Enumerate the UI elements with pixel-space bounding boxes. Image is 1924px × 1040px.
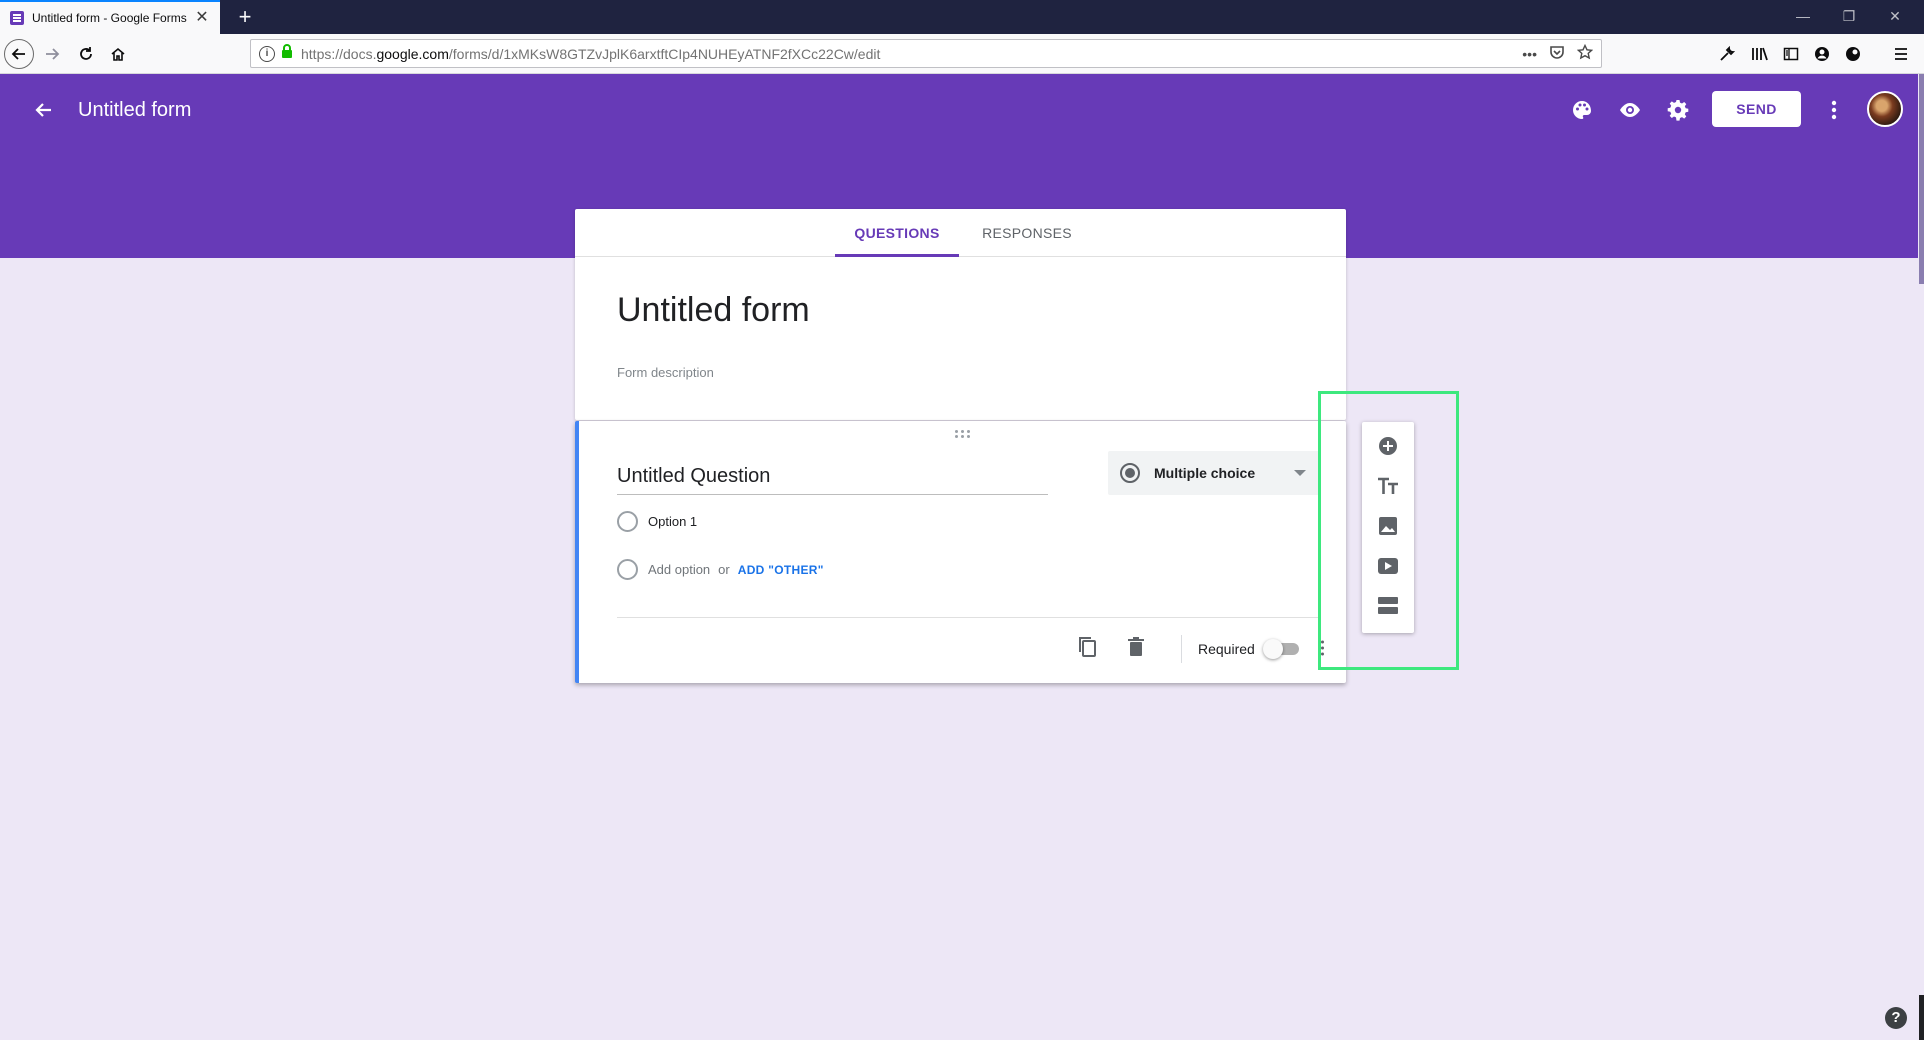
browser-tab-bar: Untitled form - Google Forms ✕ + — ❐ ✕ xyxy=(0,0,1924,34)
more-vert-icon[interactable] xyxy=(1820,96,1848,124)
toolbar-highlight-box xyxy=(1318,391,1459,670)
forward-icon[interactable] xyxy=(38,40,66,68)
footer-separator xyxy=(1181,635,1182,663)
form-title-input[interactable]: Untitled form xyxy=(617,291,810,330)
home-icon[interactable] xyxy=(104,40,132,68)
tab-questions[interactable]: QUESTIONS xyxy=(835,209,959,257)
close-window-button[interactable]: ✕ xyxy=(1872,0,1918,34)
forms-favicon-icon xyxy=(10,11,24,25)
arrow-back-icon[interactable] xyxy=(30,96,58,124)
menu-icon[interactable] xyxy=(1890,43,1912,65)
dropdown-arrow-icon xyxy=(1294,470,1306,476)
option-row[interactable]: Option 1 xyxy=(617,511,697,532)
or-text: or xyxy=(718,562,730,577)
extension-icon[interactable] xyxy=(1842,43,1864,65)
form-header-card: QUESTIONS RESPONSES Untitled form Form d… xyxy=(575,209,1346,420)
reload-icon[interactable] xyxy=(72,40,100,68)
duplicate-icon[interactable] xyxy=(1075,635,1099,659)
settings-gear-icon[interactable] xyxy=(1664,96,1692,124)
browser-tab[interactable]: Untitled form - Google Forms ✕ xyxy=(0,0,220,34)
question-type-dropdown[interactable]: Multiple choice xyxy=(1108,451,1320,495)
bookmark-star-icon[interactable] xyxy=(1576,43,1594,63)
lock-icon[interactable] xyxy=(281,44,293,63)
url-text[interactable]: https://docs.google.com/forms/d/1xMKsW8G… xyxy=(301,46,1522,62)
page-actions-icon[interactable]: ••• xyxy=(1522,46,1537,62)
sidebar-icon[interactable] xyxy=(1780,43,1802,65)
tab-close-icon[interactable]: ✕ xyxy=(194,10,210,26)
option-radio-icon xyxy=(617,559,638,580)
back-icon[interactable] xyxy=(4,39,34,69)
add-other-link[interactable]: ADD "OTHER" xyxy=(738,563,824,577)
question-type-label: Multiple choice xyxy=(1154,465,1256,481)
delete-trash-icon[interactable] xyxy=(1124,635,1148,659)
preview-eye-icon[interactable] xyxy=(1616,96,1644,124)
minimize-window-button[interactable]: — xyxy=(1780,0,1826,34)
option-label[interactable]: Option 1 xyxy=(648,514,697,529)
restore-window-button[interactable]: ❐ xyxy=(1826,0,1872,34)
tab-title: Untitled form - Google Forms xyxy=(32,11,187,25)
header-form-title[interactable]: Untitled form xyxy=(78,96,191,124)
option-radio-icon xyxy=(617,511,638,532)
wrench-icon[interactable] xyxy=(1716,43,1738,65)
drag-handle-icon[interactable] xyxy=(955,430,971,438)
info-icon[interactable]: i xyxy=(259,45,275,62)
required-toggle[interactable] xyxy=(1263,639,1299,659)
add-option-input[interactable]: Add option xyxy=(648,562,710,577)
pocket-icon[interactable] xyxy=(1549,44,1565,63)
account-icon[interactable] xyxy=(1811,43,1833,65)
library-icon[interactable] xyxy=(1749,43,1771,65)
url-bar[interactable]: i https://docs.google.com/forms/d/1xMKsW… xyxy=(250,39,1602,68)
right-edge-bar xyxy=(1919,995,1924,1040)
radio-button-icon xyxy=(1120,463,1140,483)
palette-icon[interactable] xyxy=(1568,96,1596,124)
tab-responses[interactable]: RESPONSES xyxy=(965,209,1089,257)
question-divider xyxy=(617,617,1320,618)
browser-nav-bar: i https://docs.google.com/forms/d/1xMKsW… xyxy=(0,34,1924,74)
question-title-input[interactable]: Untitled Question xyxy=(617,465,1048,495)
form-tabs: QUESTIONS RESPONSES xyxy=(575,209,1346,257)
scrollbar-thumb[interactable] xyxy=(1919,74,1924,284)
avatar[interactable] xyxy=(1867,91,1903,127)
question-card[interactable]: Untitled Question Multiple choice Option… xyxy=(575,421,1346,683)
new-tab-button[interactable]: + xyxy=(232,4,258,30)
help-icon[interactable]: ? xyxy=(1885,1007,1907,1029)
form-description-input[interactable]: Form description xyxy=(617,365,714,380)
send-button[interactable]: SEND xyxy=(1712,91,1801,127)
toggle-thumb xyxy=(1263,639,1283,659)
add-option-row: Add option or ADD "OTHER" xyxy=(617,559,824,580)
required-label: Required xyxy=(1198,641,1255,657)
